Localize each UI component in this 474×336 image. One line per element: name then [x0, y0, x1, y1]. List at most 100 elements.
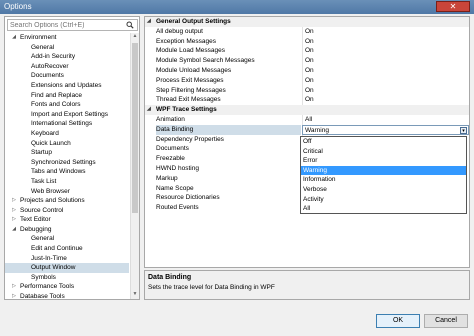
dropdown-option[interactable]: Information: [301, 175, 466, 185]
data-binding-select[interactable]: Warning ▾: [302, 124, 469, 135]
property-row[interactable]: All debug output On: [145, 26, 469, 37]
dropdown-option[interactable]: Error: [301, 156, 466, 166]
property-row[interactable]: Thread Exit Messages On: [145, 95, 469, 106]
collapse-icon[interactable]: ◢: [147, 17, 151, 27]
dropdown-option[interactable]: Off: [301, 137, 466, 147]
tree-item[interactable]: Import and Export Settings: [5, 110, 129, 120]
property-value[interactable]: On: [302, 95, 467, 106]
trace-level-dropdown-list: Off Critical Error Warning Information Verbos…: [300, 136, 467, 214]
tree-item[interactable]: ▷ Projects and Solutions: [5, 196, 129, 206]
tree-item-label: Task List: [31, 177, 57, 185]
search-box[interactable]: [7, 19, 138, 31]
collapsed-arrow-icon[interactable]: ▷: [11, 282, 17, 292]
tree-item[interactable]: AutoRecover: [5, 62, 129, 72]
scroll-down-icon[interactable]: ▼: [131, 291, 139, 299]
property-value[interactable]: All: [302, 114, 467, 125]
property-category[interactable]: ◢ General Output Settings: [145, 17, 469, 27]
property-row[interactable]: Step Filtering Messages On: [145, 85, 469, 96]
tree-item[interactable]: ◢ Environment: [5, 33, 129, 43]
property-name: Data Binding: [156, 124, 301, 135]
ok-button[interactable]: OK: [376, 314, 420, 328]
tree-item-label: Symbols: [31, 273, 56, 281]
tree-item[interactable]: Output Window: [5, 263, 129, 273]
description-panel: Data Binding Sets the trace level for Da…: [144, 270, 470, 300]
collapsed-arrow-icon[interactable]: ▷: [11, 196, 17, 206]
chevron-down-icon[interactable]: ▾: [460, 126, 467, 134]
tree-item[interactable]: Just-In-Time: [5, 254, 129, 264]
tree-item-label: Add-in Security: [31, 53, 76, 61]
tree-item[interactable]: Task List: [5, 177, 129, 187]
dropdown-option[interactable]: Critical: [301, 147, 466, 157]
property-value[interactable]: On: [302, 36, 467, 47]
tree-item[interactable]: ◢ Debugging: [5, 225, 129, 235]
property-name: Exception Messages: [156, 37, 216, 45]
property-value[interactable]: On: [302, 46, 467, 57]
property-row[interactable]: Animation All: [145, 114, 469, 125]
cancel-button[interactable]: Cancel: [424, 314, 468, 328]
property-value[interactable]: On: [302, 85, 467, 96]
property-value[interactable]: On: [302, 56, 467, 66]
expanded-arrow-icon[interactable]: ◢: [11, 33, 17, 43]
tree-item-label: Projects and Solutions: [20, 197, 85, 205]
dialog-button-bar: OK Cancel: [0, 304, 474, 336]
tree-item[interactable]: Documents: [5, 71, 129, 81]
tree-item[interactable]: Quick Launch: [5, 139, 129, 149]
tree-item[interactable]: Extensions and Updates: [5, 81, 129, 91]
close-button[interactable]: ✕: [436, 1, 470, 12]
tree-item-label: Environment: [20, 34, 57, 41]
tree-item-label: Synchronized Settings: [31, 158, 96, 166]
collapsed-arrow-icon[interactable]: ▷: [11, 206, 17, 216]
property-name: All debug output: [156, 27, 203, 35]
search-icon[interactable]: [126, 21, 134, 29]
tree-item-label: Text Editor: [20, 216, 51, 224]
tree-item[interactable]: Startup: [5, 148, 129, 158]
category-label: General Output Settings: [156, 18, 231, 25]
tree-item[interactable]: General: [5, 234, 129, 244]
property-row[interactable]: Module Symbol Search Messages On: [145, 56, 469, 66]
tree-item[interactable]: Fonts and Colors: [5, 100, 129, 110]
scrollbar-thumb[interactable]: [132, 43, 138, 213]
property-name: Documents: [156, 145, 189, 153]
property-row[interactable]: Module Load Messages On: [145, 46, 469, 57]
property-name: Thread Exit Messages: [156, 96, 221, 104]
property-value[interactable]: On: [302, 26, 467, 37]
tree-scrollbar[interactable]: ▲ ▼: [130, 33, 139, 299]
collapsed-arrow-icon[interactable]: ▷: [11, 292, 17, 299]
property-name: Dependency Properties: [156, 135, 224, 143]
tree-item[interactable]: Symbols: [5, 273, 129, 283]
dropdown-option[interactable]: Activity: [301, 195, 466, 205]
tree-item[interactable]: Web Browser: [5, 187, 129, 197]
expanded-arrow-icon[interactable]: ◢: [11, 225, 17, 235]
tree-item[interactable]: Add-in Security: [5, 52, 129, 62]
dropdown-option[interactable]: All: [301, 204, 466, 214]
collapse-icon[interactable]: ◢: [147, 105, 151, 115]
tree-item[interactable]: General: [5, 43, 129, 53]
search-input[interactable]: [8, 20, 120, 30]
category-label: WPF Trace Settings: [156, 106, 217, 114]
description-title: Data Binding: [148, 274, 192, 281]
tree-item[interactable]: Tabs and Windows: [5, 167, 129, 177]
tree-item-label: AutoRecover: [31, 62, 69, 70]
tree-item[interactable]: Find and Replace: [5, 91, 129, 101]
tree-item-label: International Settings: [31, 120, 93, 128]
tree-item[interactable]: International Settings: [5, 119, 129, 129]
property-row[interactable]: Exception Messages On: [145, 36, 469, 47]
property-row[interactable]: Process Exit Messages On: [145, 75, 469, 86]
property-row[interactable]: Module Unload Messages On: [145, 65, 469, 76]
tree-item[interactable]: Synchronized Settings: [5, 158, 129, 168]
collapsed-arrow-icon[interactable]: ▷: [11, 215, 17, 225]
dropdown-option[interactable]: Warning: [301, 165, 466, 176]
description-text: Sets the trace level for Data Binding in…: [148, 284, 275, 291]
property-row[interactable]: Data Binding Warning ▾: [145, 124, 469, 135]
scroll-up-icon[interactable]: ▲: [131, 33, 139, 41]
tree-item[interactable]: ▷ Performance Tools: [5, 282, 129, 292]
property-category[interactable]: ◢ WPF Trace Settings: [145, 105, 469, 115]
tree-item[interactable]: ▷ Database Tools: [5, 292, 129, 299]
property-value[interactable]: On: [302, 65, 467, 76]
property-value[interactable]: On: [302, 75, 467, 86]
tree-item[interactable]: Edit and Continue: [5, 244, 129, 254]
tree-item[interactable]: Keyboard: [5, 129, 129, 139]
tree-item[interactable]: ▷ Source Control: [5, 206, 129, 216]
dropdown-option[interactable]: Verbose: [301, 185, 466, 195]
tree-item[interactable]: ▷ Text Editor: [5, 215, 129, 225]
